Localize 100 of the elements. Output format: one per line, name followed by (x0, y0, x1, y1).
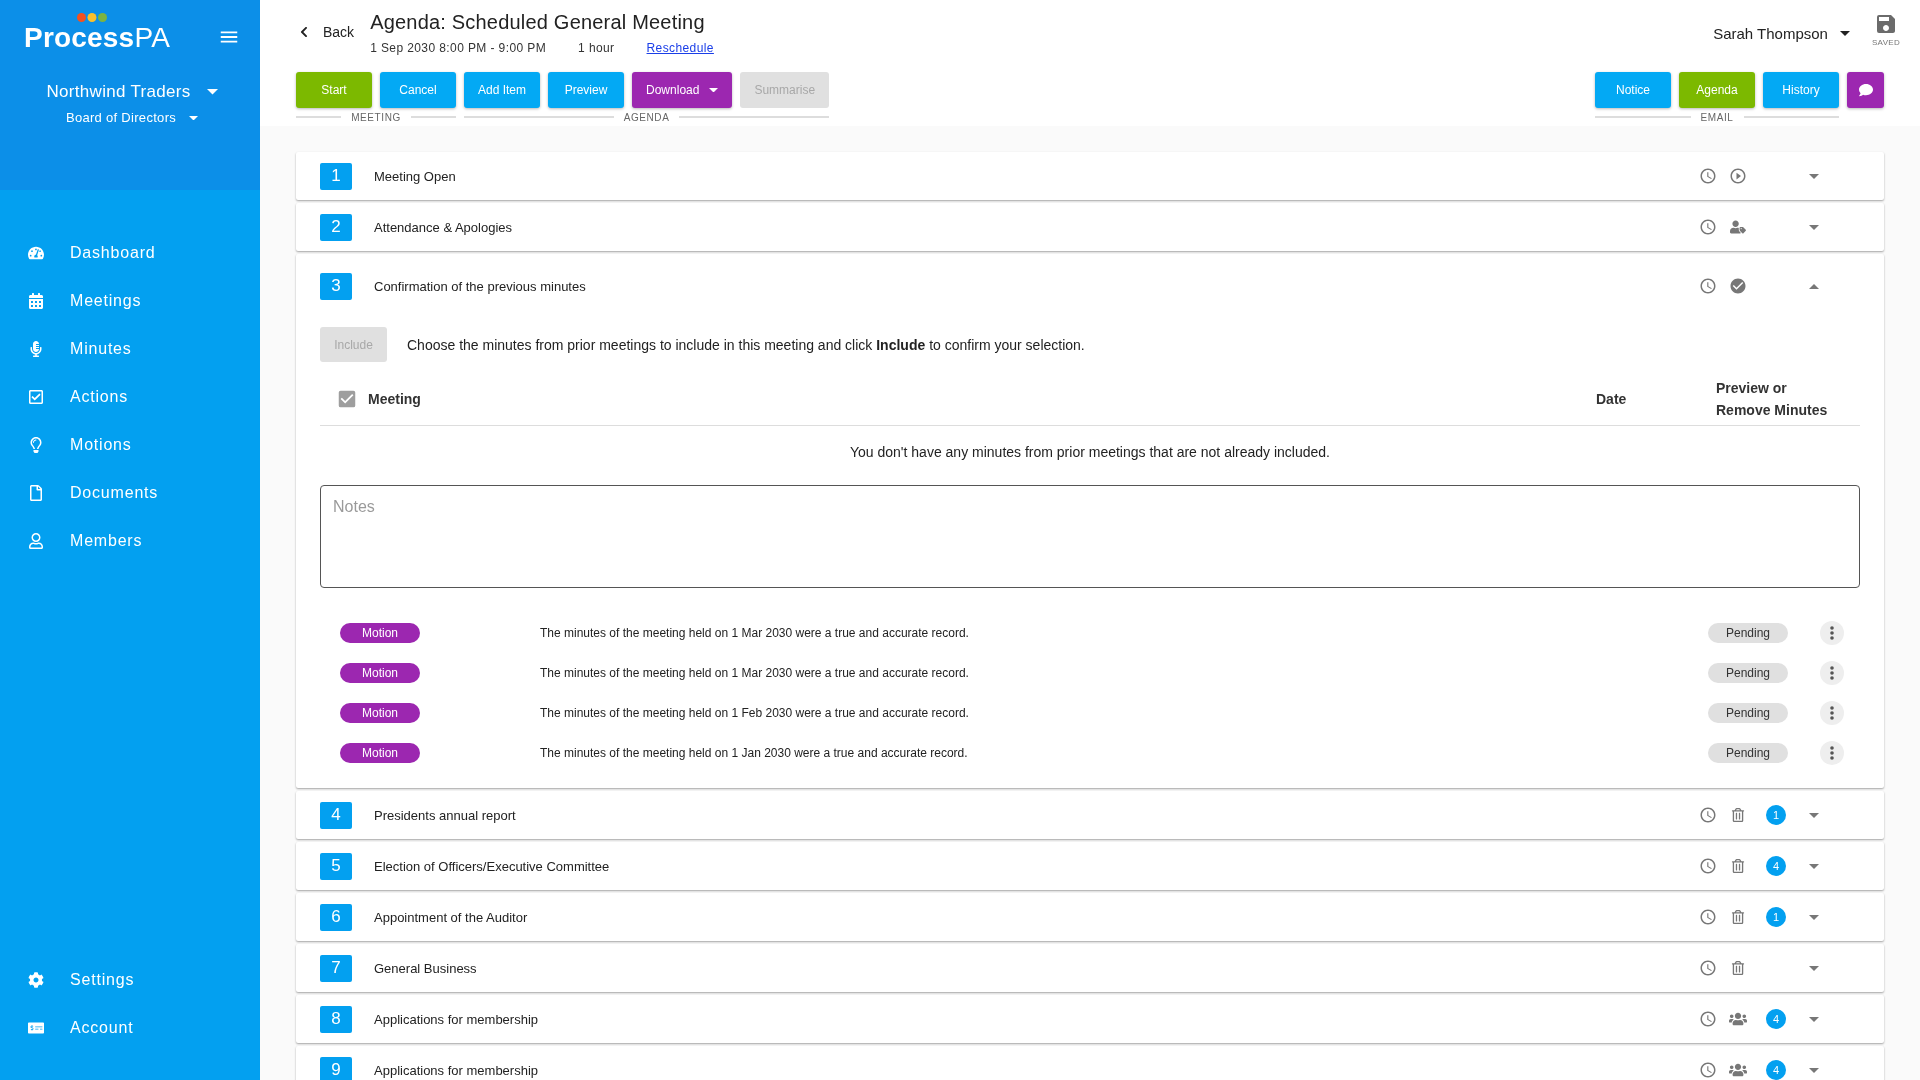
toolbar-button[interactable]: Start (296, 72, 372, 108)
item-title: Appointment of the Auditor (374, 909, 529, 925)
meeting-duration: 1 hour (578, 41, 615, 55)
caret-icon (189, 115, 199, 121)
item-title: General Business (374, 960, 478, 976)
user-menu[interactable]: Sarah Thompson (1713, 22, 1850, 44)
motion-tag: Motion (340, 703, 420, 723)
more-vertical-icon (1830, 626, 1834, 640)
person-tag-icon[interactable] (1730, 219, 1746, 235)
clock-icon[interactable] (1699, 908, 1717, 926)
caret-icon[interactable] (1809, 173, 1819, 179)
agenda-item-card[interactable]: 1 Meeting Open (296, 152, 1884, 200)
calendar-icon (28, 293, 44, 309)
organization-selector[interactable]: Northwind Traders (46, 82, 218, 102)
caret-icon[interactable] (1809, 812, 1819, 818)
chevron-left-icon (298, 26, 310, 38)
agenda-item-card[interactable]: 9 Applications for membership 4 (296, 1046, 1884, 1080)
toolbar-button[interactable]: Notice (1595, 72, 1671, 108)
nav-item[interactable]: Dashboard (0, 229, 260, 277)
caret-icon[interactable] (1809, 1067, 1819, 1073)
group-label: AGENDA (622, 111, 671, 123)
item-number: 9 (320, 1056, 352, 1080)
agenda-item-card[interactable]: 7 General Business (296, 944, 1884, 992)
caret-icon[interactable] (1809, 283, 1819, 289)
item-number: 8 (320, 1005, 352, 1033)
agenda-item-card[interactable]: 4 Presidents annual report 1 (296, 791, 1884, 839)
nav-item[interactable]: Settings (0, 956, 260, 1004)
logo-dots-icon (77, 13, 107, 22)
column-header: Preview or Remove Minutes (1716, 379, 1829, 420)
more-button[interactable] (1820, 661, 1844, 685)
dollar-card-icon (28, 1020, 44, 1036)
chat-button[interactable] (1847, 72, 1884, 108)
item-title: Applications for membership (374, 1011, 540, 1027)
save-icon[interactable] (1874, 12, 1898, 36)
item-title: Election of Officers/Executive Committee (374, 858, 611, 874)
more-vertical-icon (1830, 746, 1834, 760)
clock-icon[interactable] (1699, 1010, 1717, 1028)
more-button[interactable] (1820, 701, 1844, 725)
page-title: Agenda: Scheduled General Meeting (370, 10, 706, 35)
caret-icon[interactable] (1809, 863, 1819, 869)
toolbar-button[interactable]: History (1763, 72, 1839, 108)
item-number: 6 (320, 903, 352, 931)
nav-item[interactable]: Members (0, 517, 260, 565)
count-badge: 1 (1766, 805, 1786, 825)
agenda-item-card[interactable]: 2 Attendance & Apologies (296, 203, 1884, 251)
toolbar-button[interactable]: Preview (548, 72, 625, 108)
empty-message: You don't have any minutes from prior meetings that are not already included. (850, 444, 1330, 460)
status-tag: Pending (1708, 743, 1788, 763)
notes-field[interactable]: Notes (320, 485, 1860, 588)
count-badge: 1 (1766, 907, 1786, 927)
nav-item[interactable]: Documents (0, 469, 260, 517)
back-button[interactable]: Back (296, 22, 355, 42)
status-tag: Pending (1708, 663, 1788, 683)
column-header: Meeting (368, 390, 421, 409)
toolbar-button[interactable]: Cancel (380, 72, 456, 108)
status-tag: Pending (1708, 703, 1788, 723)
caret-icon[interactable] (1809, 914, 1819, 920)
caret-icon[interactable] (1809, 965, 1819, 971)
nav-item[interactable]: Motions (0, 421, 260, 469)
caret-icon (206, 89, 218, 95)
agenda-item-card[interactable]: 5 Election of Officers/Executive Committee 4 (296, 842, 1884, 890)
clock-icon[interactable] (1699, 806, 1717, 824)
trash-icon[interactable] (1731, 961, 1745, 975)
people-icon[interactable] (1729, 1061, 1747, 1079)
nav-item[interactable]: Minutes (0, 325, 260, 373)
agenda-item-card[interactable]: 6 Appointment of the Auditor 1 (296, 893, 1884, 941)
people-icon[interactable] (1729, 1010, 1747, 1028)
reschedule-link[interactable]: Reschedule (646, 41, 714, 55)
caret-icon[interactable] (1809, 224, 1819, 230)
caret-icon (709, 87, 719, 93)
meeting-datetime: 1 Sep 2030 8:00 PM - 9:00 PM (370, 41, 547, 55)
nav-item[interactable]: Meetings (0, 277, 260, 325)
trash-icon[interactable] (1731, 910, 1745, 924)
file-icon (28, 485, 44, 501)
item-title: Confirmation of the previous minutes (374, 278, 587, 294)
settings-icon (28, 972, 44, 988)
column-header: Date (1596, 390, 1627, 409)
motion-text: The minutes of the meeting held on 1 Mar 2030 were a true and accurate record. (540, 626, 970, 640)
more-button[interactable] (1820, 741, 1844, 765)
lightbulb-icon (28, 437, 44, 453)
agenda-item-card[interactable]: 8 Applications for membership 4 (296, 995, 1884, 1043)
clock-icon[interactable] (1699, 959, 1717, 977)
status-tag: Pending (1708, 623, 1788, 643)
more-button[interactable] (1820, 621, 1844, 645)
trash-icon[interactable] (1731, 808, 1745, 822)
agenda-item-card[interactable] (296, 254, 1884, 788)
toolbar-button[interactable]: Download (632, 72, 733, 108)
clock-icon[interactable] (1699, 218, 1717, 236)
trash-icon[interactable] (1731, 859, 1745, 873)
more-vertical-icon (1830, 666, 1834, 680)
clock-icon[interactable] (1699, 167, 1717, 185)
clock-icon[interactable] (1699, 277, 1717, 295)
nav-item[interactable]: Actions (0, 373, 260, 421)
toolbar-button[interactable]: Agenda (1679, 72, 1755, 108)
nav-item[interactable]: Account (0, 1004, 260, 1052)
caret-icon[interactable] (1809, 1016, 1819, 1022)
toolbar-button[interactable]: Add Item (464, 72, 541, 108)
committee-selector[interactable]: Board of Directors (65, 108, 199, 128)
clock-icon[interactable] (1699, 857, 1717, 875)
clock-icon[interactable] (1699, 1061, 1717, 1079)
